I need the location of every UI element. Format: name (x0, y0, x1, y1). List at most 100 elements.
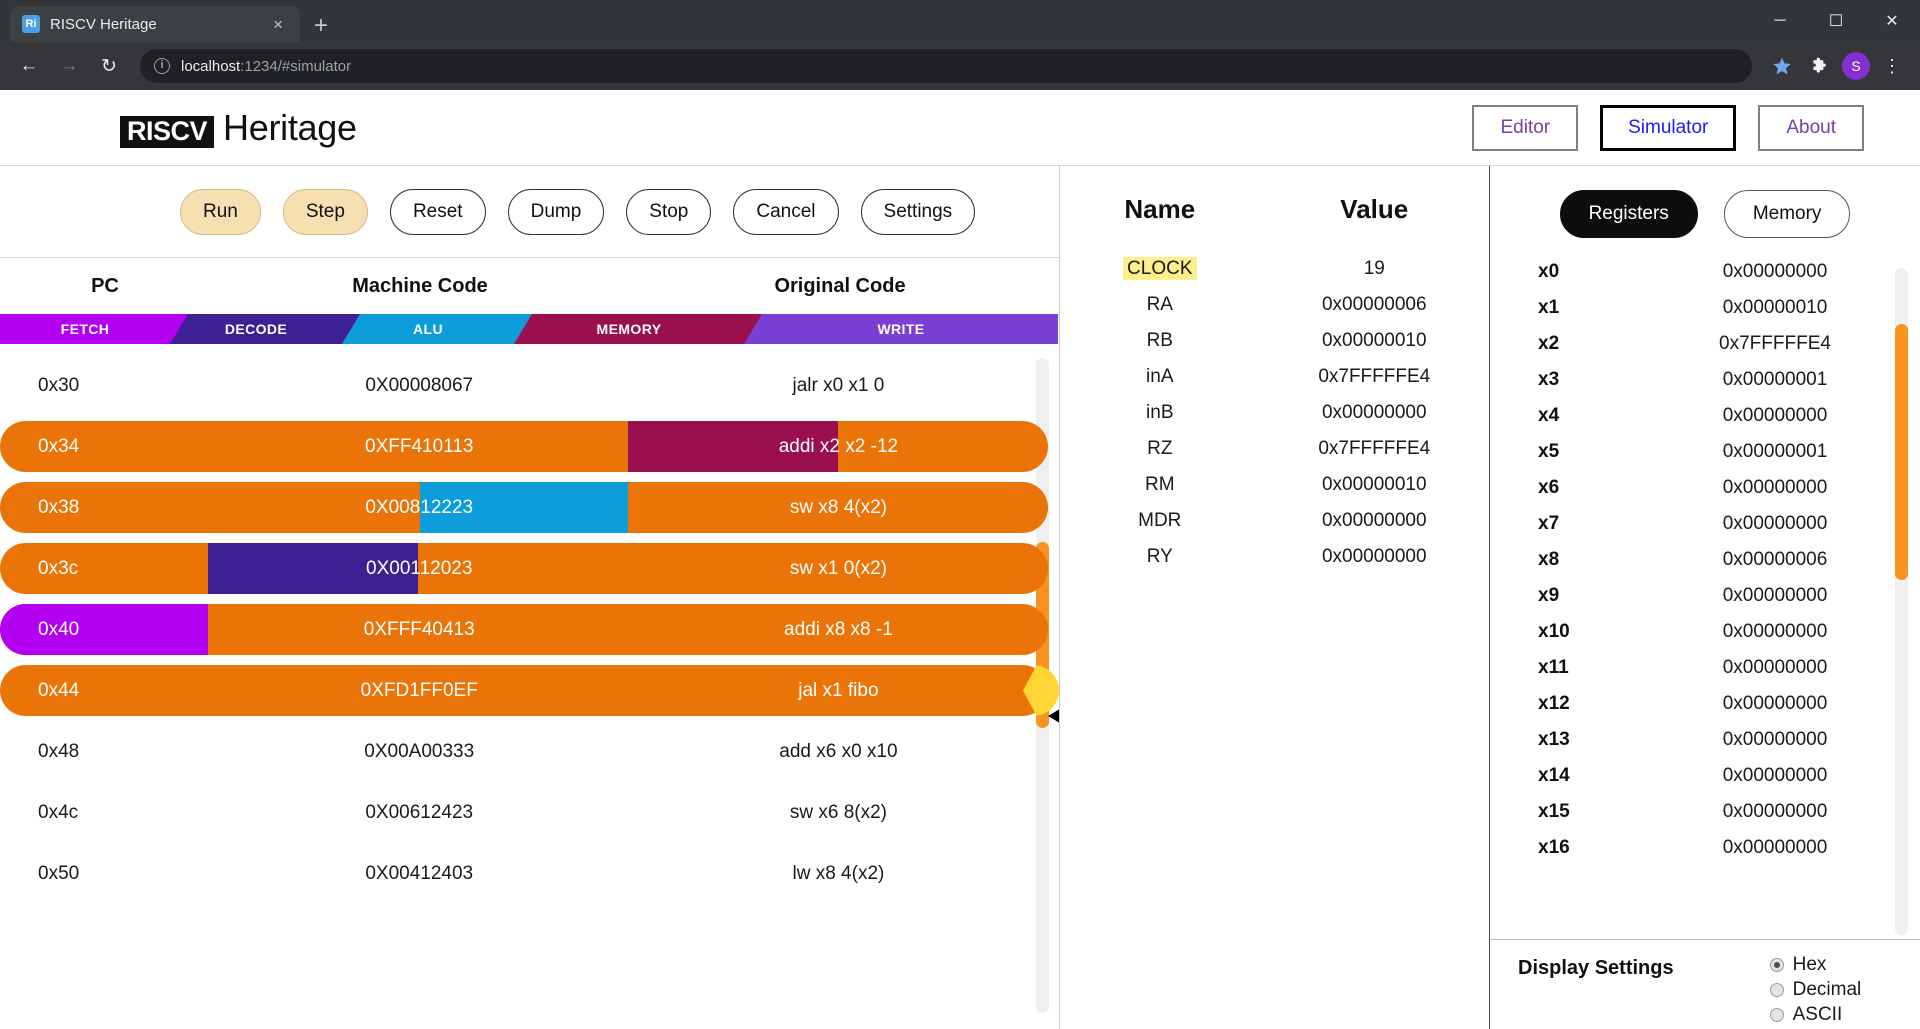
radio-decimal-icon[interactable] (1769, 983, 1784, 997)
internal-register-row: inA 0x7FFFFFE4 (1060, 359, 1489, 395)
column-header-pc: PC (91, 274, 119, 297)
site-info-icon[interactable]: i (154, 58, 170, 74)
register-row: x2 0x7FFFFFE4 (1520, 326, 1920, 362)
register-name: x8 (1538, 549, 1560, 570)
register-row: x8 0x00000006 (1520, 542, 1920, 578)
favicon-icon: Ri (22, 15, 40, 33)
url-path: :1234/#simulator (240, 57, 352, 75)
register-name: x2 (1538, 333, 1560, 354)
radio-option-decimal[interactable]: Decimal (1769, 979, 1861, 1001)
row-cells: 0x40 0XFFF40413 addi x8 x8 -1 (0, 604, 1048, 655)
run-button[interactable]: Run (180, 188, 261, 235)
instruction-row[interactable]: 0x50 0X00412403 lw x8 4(x2) (0, 848, 1059, 899)
register-row: x6 0x00000000 (1520, 470, 1920, 506)
stop-button[interactable]: Stop (626, 188, 712, 235)
instruction-row[interactable]: 0x40 0XFFF40413 addi x8 x8 -1 (0, 604, 1059, 655)
instruction-row[interactable]: 0x440XFD1FF0EFjal x1 fiboNext Fetch Inst… (0, 665, 1059, 726)
row-cells: 0x30 0X00008067 jalr x0 x1 0 (0, 360, 1048, 411)
reload-icon[interactable]: ↻ (92, 49, 126, 83)
instruction-row[interactable]: 0x3c 0X00112023 sw x1 0(x2) (0, 543, 1059, 594)
minimize-icon[interactable]: ─ (1752, 0, 1808, 42)
internal-register-row: inB 0x00000000 (1060, 395, 1489, 431)
internal-register-name: CLOCK (1060, 257, 1260, 280)
register-name: x16 (1538, 837, 1570, 858)
nav-tab-editor[interactable]: Editor (1472, 104, 1579, 151)
radio-hex-icon[interactable] (1769, 958, 1784, 972)
dump-button[interactable]: Dump (507, 188, 605, 235)
register-row: x0 0x00000000 (1520, 254, 1920, 290)
annotation-arrow-head-icon (1048, 705, 1059, 726)
row-cells: 0x50 0X00412403 lw x8 4(x2) (0, 848, 1048, 899)
nav-tab-about[interactable]: About (1758, 104, 1864, 151)
instruction-panel: Run Step Reset Dump Stop Cancel Settings… (0, 166, 1060, 1029)
radio-option-ascii[interactable]: ASCII (1769, 1004, 1862, 1026)
internal-register-name: MDR (1138, 510, 1182, 531)
browser-toolbar: ← → ↻ i localhost:1234/#simulator S ⋮ (0, 42, 1920, 90)
cell-machine: 0X00612423 (365, 801, 474, 823)
tab-title: RISCV Heritage (50, 15, 157, 33)
close-tab-icon[interactable]: × (268, 14, 288, 35)
logo-text: Heritage (223, 106, 357, 148)
browser-window: Ri RISCV Heritage × + ─ ☐ ✕ ← → ↻ i loca… (0, 0, 1920, 1029)
instruction-row[interactable]: 0x4c 0X00612423 sw x6 8(x2) (0, 787, 1059, 838)
site-header: RISCV Heritage Editor Simulator About (0, 90, 1920, 166)
register-row: x4 0x00000000 (1520, 398, 1920, 434)
row-cells: 0x34 0XFF410113 addi x2 x2 -12 (0, 421, 1048, 472)
close-window-icon[interactable]: ✕ (1864, 0, 1920, 42)
register-name: x12 (1538, 693, 1570, 714)
extensions-puzzle-icon[interactable] (1804, 50, 1836, 82)
cell-original: addi x2 x2 -12 (778, 435, 899, 457)
settings-button[interactable]: Settings (860, 188, 976, 235)
bookmark-star-icon[interactable] (1766, 50, 1798, 82)
internal-register-value: 0x00000000 (1321, 402, 1427, 423)
pipeline-stage-memory: MEMORY (514, 314, 744, 344)
register-name: x4 (1538, 405, 1560, 426)
register-row: x7 0x00000000 (1520, 506, 1920, 542)
step-button[interactable]: Step (282, 188, 368, 235)
radio-ascii-icon[interactable] (1769, 1008, 1784, 1022)
site-nav: Editor Simulator About (1472, 104, 1864, 151)
tab-memory[interactable]: Memory (1723, 190, 1851, 238)
tab-strip: Ri RISCV Heritage × + ─ ☐ ✕ (0, 0, 1920, 42)
registers-panel: Registers Memory x0 0x00000000 x1 0x0000001… (1490, 166, 1920, 1029)
tab-registers[interactable]: Registers (1559, 190, 1698, 238)
instruction-row[interactable]: 0x38 0X00812223 sw x8 4(x2) (0, 482, 1059, 533)
register-row: x5 0x00000001 (1520, 434, 1920, 470)
address-bar[interactable]: i localhost:1234/#simulator (140, 49, 1752, 83)
nav-tab-simulator[interactable]: Simulator (1600, 104, 1737, 151)
internal-registers-panel: Name Value CLOCK 19 RA 0x00000006 RB 0x000000… (1060, 166, 1490, 1029)
browser-menu-icon[interactable]: ⋮ (1876, 50, 1908, 82)
reset-button[interactable]: Reset (389, 188, 486, 235)
internal-register-value: 0x7FFFFFE4 (1318, 438, 1431, 459)
maximize-icon[interactable]: ☐ (1808, 0, 1864, 42)
register-scrollbar-thumb[interactable] (1895, 324, 1908, 580)
register-row: x16 0x00000000 (1520, 830, 1920, 866)
register-name: x5 (1538, 441, 1560, 462)
register-scrollbar-track[interactable] (1895, 268, 1908, 935)
instruction-row[interactable]: 0x30 0X00008067 jalr x0 x1 0 (0, 360, 1059, 411)
register-row: x15 0x00000000 (1520, 794, 1920, 830)
internal-register-name: inB (1146, 402, 1174, 423)
forward-icon[interactable]: → (52, 49, 86, 83)
instruction-row[interactable]: 0x34 0XFF410113 addi x2 x2 -12 (0, 421, 1059, 472)
cell-machine: 0XFD1FF0EF (360, 679, 478, 701)
internal-register-name: RM (1144, 474, 1175, 495)
new-tab-button[interactable]: + (314, 14, 328, 38)
back-icon[interactable]: ← (12, 49, 46, 83)
register-name: x11 (1538, 657, 1569, 678)
browser-tab[interactable]: Ri RISCV Heritage × (10, 6, 300, 42)
internal-register-name: RY (1146, 546, 1173, 567)
registers-memory-tabs: Registers Memory (1490, 166, 1920, 254)
radio-ascii-label: ASCII (1792, 1004, 1843, 1025)
register-value: 0x00000000 (1722, 513, 1828, 534)
row-cells: 0x3c 0X00112023 sw x1 0(x2) (0, 543, 1048, 594)
cancel-button[interactable]: Cancel (733, 188, 839, 235)
instruction-row[interactable]: 0x48 0X00A00333 add x6 x0 x10 (0, 726, 1059, 777)
register-name: x15 (1538, 801, 1570, 822)
page-content: RISCV Heritage Editor Simulator About Ru… (0, 90, 1920, 1029)
profile-avatar[interactable]: S (1842, 52, 1870, 80)
radio-option-hex[interactable]: Hex (1769, 954, 1862, 976)
internal-register-row: CLOCK 19 (1060, 251, 1489, 287)
row-cells: 0x4c 0X00612423 sw x6 8(x2) (0, 787, 1048, 838)
register-value: 0x00000000 (1722, 837, 1828, 858)
